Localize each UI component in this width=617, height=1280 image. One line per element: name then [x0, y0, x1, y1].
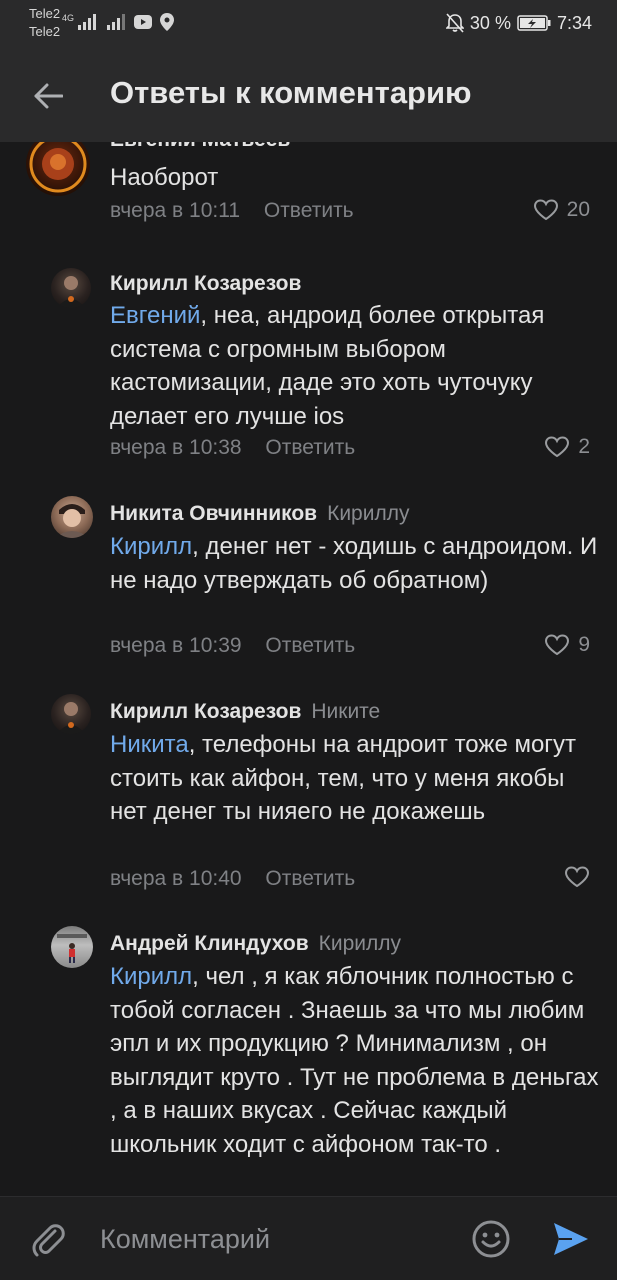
mention-link[interactable]: Кирилл — [110, 963, 192, 990]
comment-item: Кирилл Козарезов Никите Никита, телефоны … — [0, 694, 617, 894]
heart-icon — [564, 866, 590, 888]
clock: 7:34 — [556, 12, 592, 33]
status-bar: Tele2 Tele2 4G 30 % 7:34 — [0, 0, 617, 48]
paperclip-icon — [32, 1224, 65, 1257]
comment-input[interactable] — [98, 1217, 448, 1261]
comment-time: вчера в 10:11 — [110, 199, 241, 222]
avatar[interactable] — [51, 926, 93, 968]
bell-off-icon — [445, 13, 464, 33]
avatar[interactable] — [51, 268, 91, 308]
avatar-image-icon — [29, 142, 87, 193]
comment-item: Евгений Матвеев Наоборот вчера в 10:11 О… — [0, 142, 617, 236]
avatar-image-icon — [57, 276, 85, 308]
signal-2-icon — [107, 14, 126, 30]
comment-time: вчера в 10:38 — [110, 436, 242, 459]
location-icon — [160, 13, 175, 31]
youtube-icon — [134, 15, 153, 29]
comment-text: Евгений, неа, андроид более открытая сис… — [110, 299, 600, 433]
author-name[interactable]: Евгений Матвеев — [110, 142, 290, 151]
comment-item: Кирилл Козарезов Евгений, неа, андроид б… — [0, 268, 617, 468]
like-count: 20 — [566, 198, 590, 221]
author-name[interactable]: Кирилл Козарезов — [110, 700, 301, 723]
avatar[interactable] — [51, 694, 91, 734]
comment-item: Андрей Клиндухов Кириллу Кирилл, чел , я … — [0, 926, 617, 1196]
heart-icon — [545, 436, 570, 458]
battery-icon — [517, 15, 551, 31]
comment-text: Никита, телефоны на андроит тоже могут с… — [110, 728, 600, 829]
like-count: 2 — [578, 435, 590, 458]
reply-to-label[interactable]: Кириллу — [319, 932, 401, 955]
comment-list[interactable]: Евгений Матвеев Наоборот вчера в 10:11 О… — [0, 142, 617, 1196]
comment-body: , чел , я как яблочник полностью с тобой… — [110, 963, 599, 1158]
like-button[interactable]: 9 — [544, 633, 590, 657]
page-title: Ответы к комментарию — [110, 75, 472, 110]
reply-button[interactable]: Ответить — [265, 867, 355, 890]
comment-text: Наоборот — [110, 161, 600, 195]
author-name[interactable]: Никита Овчинников — [110, 502, 317, 525]
comment-text: Кирилл, денег нет - ходишь с андроидом. … — [110, 530, 600, 597]
comment-input-bar — [0, 1196, 617, 1280]
comment-body: Наоборот — [110, 164, 219, 191]
signal-1-icon — [78, 14, 97, 30]
avatar[interactable] — [51, 496, 93, 538]
reply-to-label[interactable]: Кириллу — [327, 502, 409, 525]
comment-text: Кирилл, чел , я как яблочник полностью с… — [110, 960, 600, 1161]
comment-time: вчера в 10:39 — [110, 634, 242, 657]
mention-link[interactable]: Никита — [110, 731, 189, 758]
mention-link[interactable]: Кирилл — [110, 533, 192, 560]
avatar-image-icon — [57, 702, 85, 734]
like-button[interactable]: 20 — [533, 198, 590, 222]
avatar[interactable] — [26, 142, 90, 196]
like-button[interactable] — [564, 866, 590, 888]
app-header: Ответы к комментарию — [0, 48, 617, 142]
battery-percent: 30 % — [469, 12, 511, 33]
back-button[interactable] — [26, 74, 70, 118]
emoji-button[interactable] — [470, 1218, 512, 1260]
avatar-image-icon — [57, 934, 87, 963]
heart-icon — [533, 199, 558, 221]
comment-item: Никита Овчинников Кириллу Кирилл, денег н… — [0, 496, 617, 666]
arrow-left-icon — [34, 83, 63, 109]
attach-button[interactable] — [28, 1219, 68, 1259]
like-count: 9 — [578, 633, 590, 656]
send-button[interactable] — [550, 1219, 592, 1259]
avatar-image-icon — [55, 504, 89, 538]
reply-to-label[interactable]: Никите — [311, 700, 380, 723]
comment-time: вчера в 10:40 — [110, 867, 242, 890]
network-type-label: 4G — [62, 13, 75, 23]
author-name[interactable]: Андрей Клиндухов — [110, 932, 309, 955]
reply-button[interactable]: Ответить — [265, 634, 355, 657]
mention-link[interactable]: Евгений — [110, 302, 200, 329]
carrier-2-label: Tele2 — [29, 24, 61, 39]
like-button[interactable]: 2 — [544, 435, 590, 459]
send-icon — [554, 1223, 588, 1255]
carrier-1-label: Tele2 — [29, 6, 61, 21]
reply-button[interactable]: Ответить — [264, 199, 354, 222]
heart-icon — [545, 634, 570, 656]
reply-button[interactable]: Ответить — [265, 436, 355, 459]
author-name[interactable]: Кирилл Козарезов — [110, 272, 301, 295]
smile-icon — [472, 1220, 510, 1258]
